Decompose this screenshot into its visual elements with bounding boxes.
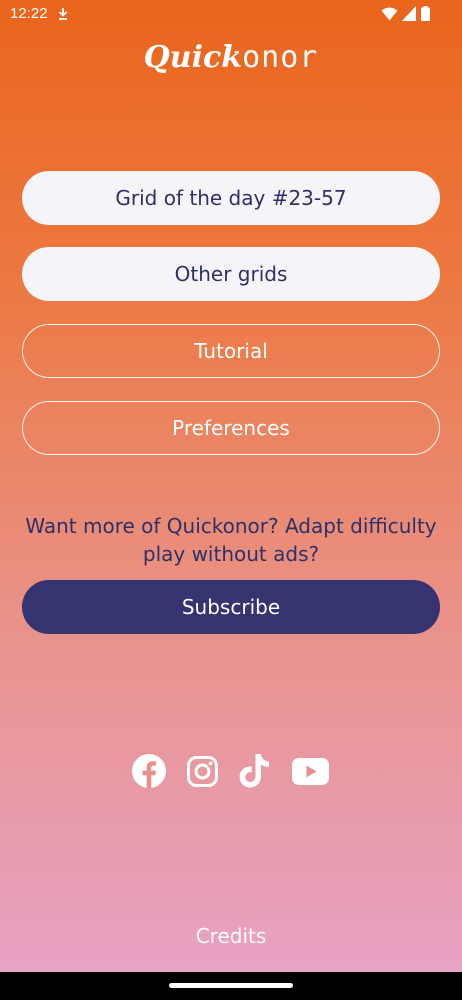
- tiktok-icon[interactable]: [239, 754, 271, 788]
- other-grids-label: Other grids: [174, 262, 288, 286]
- credits-link[interactable]: Credits: [0, 924, 462, 948]
- system-navigation-bar: [0, 972, 462, 1000]
- wifi-icon: [381, 7, 398, 21]
- home-gesture-handle[interactable]: [169, 983, 293, 988]
- signal-icon: [402, 6, 416, 21]
- subscribe-label: Subscribe: [181, 595, 281, 619]
- grid-of-the-day-label: Grid of the day #23-57: [115, 186, 347, 210]
- preferences-label: Preferences: [172, 416, 290, 440]
- tutorial-button[interactable]: Tutorial: [22, 324, 440, 378]
- instagram-icon[interactable]: [187, 756, 218, 787]
- status-time: 12:22: [10, 5, 48, 22]
- preferences-button[interactable]: Preferences: [22, 401, 440, 455]
- youtube-icon[interactable]: [292, 758, 329, 785]
- promo-line-2: play without ads?: [142, 542, 320, 566]
- tutorial-label: Tutorial: [194, 339, 268, 363]
- download-icon: [58, 8, 68, 20]
- logo-light-part: onor: [242, 40, 319, 75]
- subscribe-button[interactable]: Subscribe: [22, 580, 440, 634]
- status-bar: 12:22: [0, 0, 462, 30]
- other-grids-button[interactable]: Other grids: [22, 247, 440, 301]
- promo-line-1: Want more of Quickonor? Adapt difficulty: [25, 514, 437, 538]
- app-logo: Quickonor: [0, 38, 462, 78]
- grid-of-the-day-button[interactable]: Grid of the day #23-57: [22, 171, 440, 225]
- facebook-icon[interactable]: [132, 754, 166, 788]
- subscription-promo-text: Want more of Quickonor? Adapt difficulty…: [22, 512, 440, 568]
- social-links: [0, 754, 462, 794]
- logo-bold-part: Quick: [143, 40, 243, 75]
- battery-icon: [421, 6, 430, 21]
